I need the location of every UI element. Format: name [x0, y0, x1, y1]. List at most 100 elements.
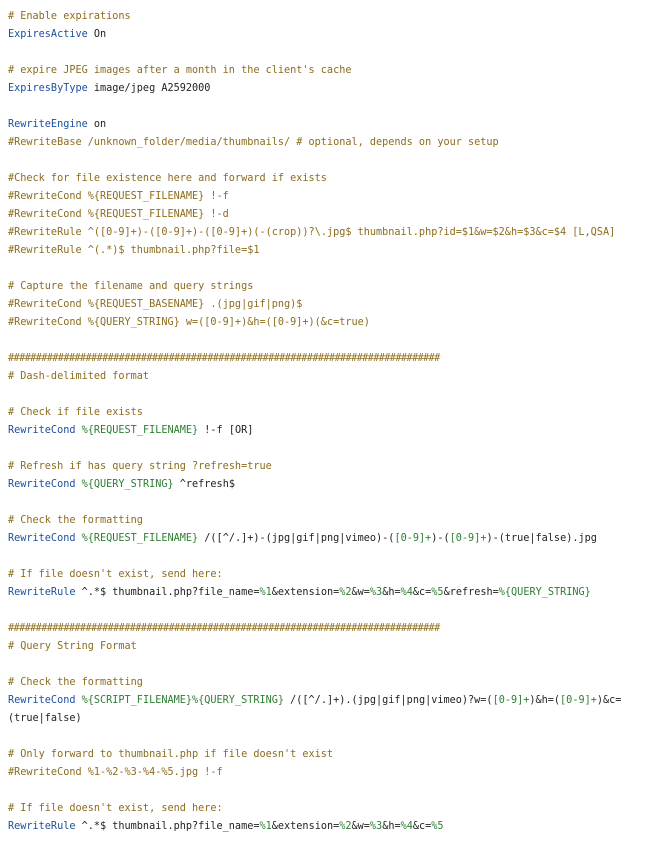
separator-line: ########################################… [8, 623, 440, 634]
server-variable: %{SCRIPT_FILENAME}%{QUERY_STRING} [81, 695, 285, 706]
comment-token: # Capture the filename and query strings [8, 281, 254, 292]
directive-keyword: RewriteRule [8, 821, 76, 832]
code-text: )&h=( [529, 695, 561, 706]
separator-line: ########################################… [8, 353, 440, 364]
code-line: # expire JPEG images after a month in th… [8, 62, 658, 80]
code-line: #RewriteBase /unknown_folder/media/thumb… [8, 134, 658, 152]
comment-token: #RewriteCond %{REQUEST_FILENAME} !-f [8, 191, 229, 202]
directive-keyword: RewriteRule [8, 587, 76, 598]
server-variable: %2 [339, 587, 352, 598]
code-line: RewriteCond %{REQUEST_FILENAME} !-f [OR] [8, 422, 658, 440]
code-line: # Check the formatting [8, 674, 658, 692]
directive-keyword: RewriteCond [8, 695, 76, 706]
code-text: &extension= [271, 821, 340, 832]
code-line: # Capture the filename and query strings [8, 278, 658, 296]
code-line: RewriteRule ^.*$ thumbnail.php?file_name… [8, 584, 658, 602]
code-text: &h= [382, 587, 401, 598]
code-text: /([^/.]+).(jpg|gif|png|vimeo)?w=( [284, 695, 493, 706]
server-variable: %3 [369, 821, 383, 832]
server-variable: %5 [431, 587, 444, 598]
code-line: # If file doesn't exist, send here: [8, 800, 658, 818]
code-text: on [87, 119, 107, 130]
regex-token: [0-9]+ [394, 533, 432, 544]
code-line: # Enable expirations [8, 8, 658, 26]
directive-keyword: RewriteCond [8, 479, 76, 490]
directive-keyword: RewriteEngine [8, 119, 88, 130]
comment-token: # Dash-delimited format [8, 371, 150, 382]
server-variable: %{QUERY_STRING} [498, 587, 591, 598]
comment-token: #Check for file existence here and forwa… [8, 173, 327, 184]
code-line: #Check for file existence here and forwa… [8, 170, 658, 188]
code-text: &c= [412, 821, 432, 832]
code-text: On [87, 29, 107, 40]
code-line: # Dash-delimited format [8, 368, 658, 386]
server-variable: %4 [400, 587, 413, 598]
code-line: RewriteCond %{REQUEST_FILENAME} /([^/.]+… [8, 530, 658, 548]
comment-token: # If file doesn't exist, send here: [8, 803, 223, 814]
code-line: RewriteCond %{QUERY_STRING} ^refresh$ [8, 476, 658, 494]
server-variable: %{REQUEST_FILENAME} [81, 533, 199, 544]
code-text: ^refresh$ [173, 479, 235, 490]
server-variable: %{QUERY_STRING} [81, 479, 174, 490]
directive-keyword: RewriteCond [8, 425, 76, 436]
code-text: ^.*$ thumbnail.php?file_name= [75, 821, 260, 832]
code-line: ########################################… [8, 620, 658, 638]
comment-token: # Query String Format [8, 641, 137, 652]
regex-token: [0-9]+ [492, 695, 530, 706]
comment-token: # Refresh if has query string ?refresh=t… [8, 461, 272, 472]
server-variable: %4 [400, 821, 413, 832]
code-text: &refresh= [443, 587, 499, 598]
comment-token: #RewriteBase /unknown_folder/media/thumb… [8, 137, 499, 148]
directive-keyword: ExpiresActive [8, 29, 88, 40]
code-line: # Check the formatting [8, 512, 658, 530]
code-line: (true|false) [8, 710, 658, 728]
comment-token: # expire JPEG images after a month in th… [8, 65, 352, 76]
code-line: # Only forward to thumbnail.php if file … [8, 746, 658, 764]
regex-token: [0-9]+ [560, 695, 597, 706]
comment-token: #RewriteCond %{QUERY_STRING} w=([0-9]+)&… [8, 317, 370, 328]
comment-token: #RewriteCond %1-%2-%3-%4-%5.jpg !-f [8, 767, 223, 778]
code-text: &h= [382, 821, 401, 832]
code-line: #RewriteCond %{REQUEST_FILENAME} !-f [8, 188, 658, 206]
code-text: !-f [OR] [198, 425, 254, 436]
server-variable: %1 [259, 821, 272, 832]
directive-keyword: RewriteCond [8, 533, 76, 544]
code-line: # If file doesn't exist, send here: [8, 566, 658, 584]
server-variable: %1 [259, 587, 272, 598]
directive-keyword: ExpiresByType [8, 83, 88, 94]
comment-token: # Check the formatting [8, 515, 143, 526]
code-text: )-( [431, 533, 450, 544]
code-line: #RewriteRule ^(.*)$ thumbnail.php?file=$… [8, 242, 658, 260]
comment-token: #RewriteCond %{REQUEST_BASENAME} .(jpg|g… [8, 299, 303, 310]
code-line: #RewriteCond %{REQUEST_BASENAME} .(jpg|g… [8, 296, 658, 314]
code-line: ExpiresActive On [8, 26, 658, 44]
comment-token: #RewriteRule ^([0-9]+)-([0-9]+)-([0-9]+)… [8, 227, 616, 238]
code-line: ########################################… [8, 350, 658, 368]
comment-token: #RewriteRule ^(.*)$ thumbnail.php?file=$… [8, 245, 260, 256]
regex-token: [0-9]+ [449, 533, 487, 544]
server-variable: %3 [369, 587, 383, 598]
code-text: &w= [351, 587, 370, 598]
code-line: ExpiresByType image/jpeg A2592000 [8, 80, 658, 98]
server-variable: %5 [431, 821, 444, 832]
comment-token: # Check the formatting [8, 677, 143, 688]
code-text: )-(true|false).jpg [486, 533, 597, 544]
server-variable: %2 [339, 821, 352, 832]
code-line: # Refresh if has query string ?refresh=t… [8, 458, 658, 476]
code-line: # Check if file exists [8, 404, 658, 422]
code-text: &extension= [271, 587, 340, 598]
code-line: RewriteEngine on [8, 116, 658, 134]
code-line: RewriteRule ^.*$ thumbnail.php?file_name… [8, 818, 658, 836]
code-line: RewriteCond %{SCRIPT_FILENAME}%{QUERY_ST… [8, 692, 658, 710]
code-text: (true|false) [8, 713, 82, 724]
